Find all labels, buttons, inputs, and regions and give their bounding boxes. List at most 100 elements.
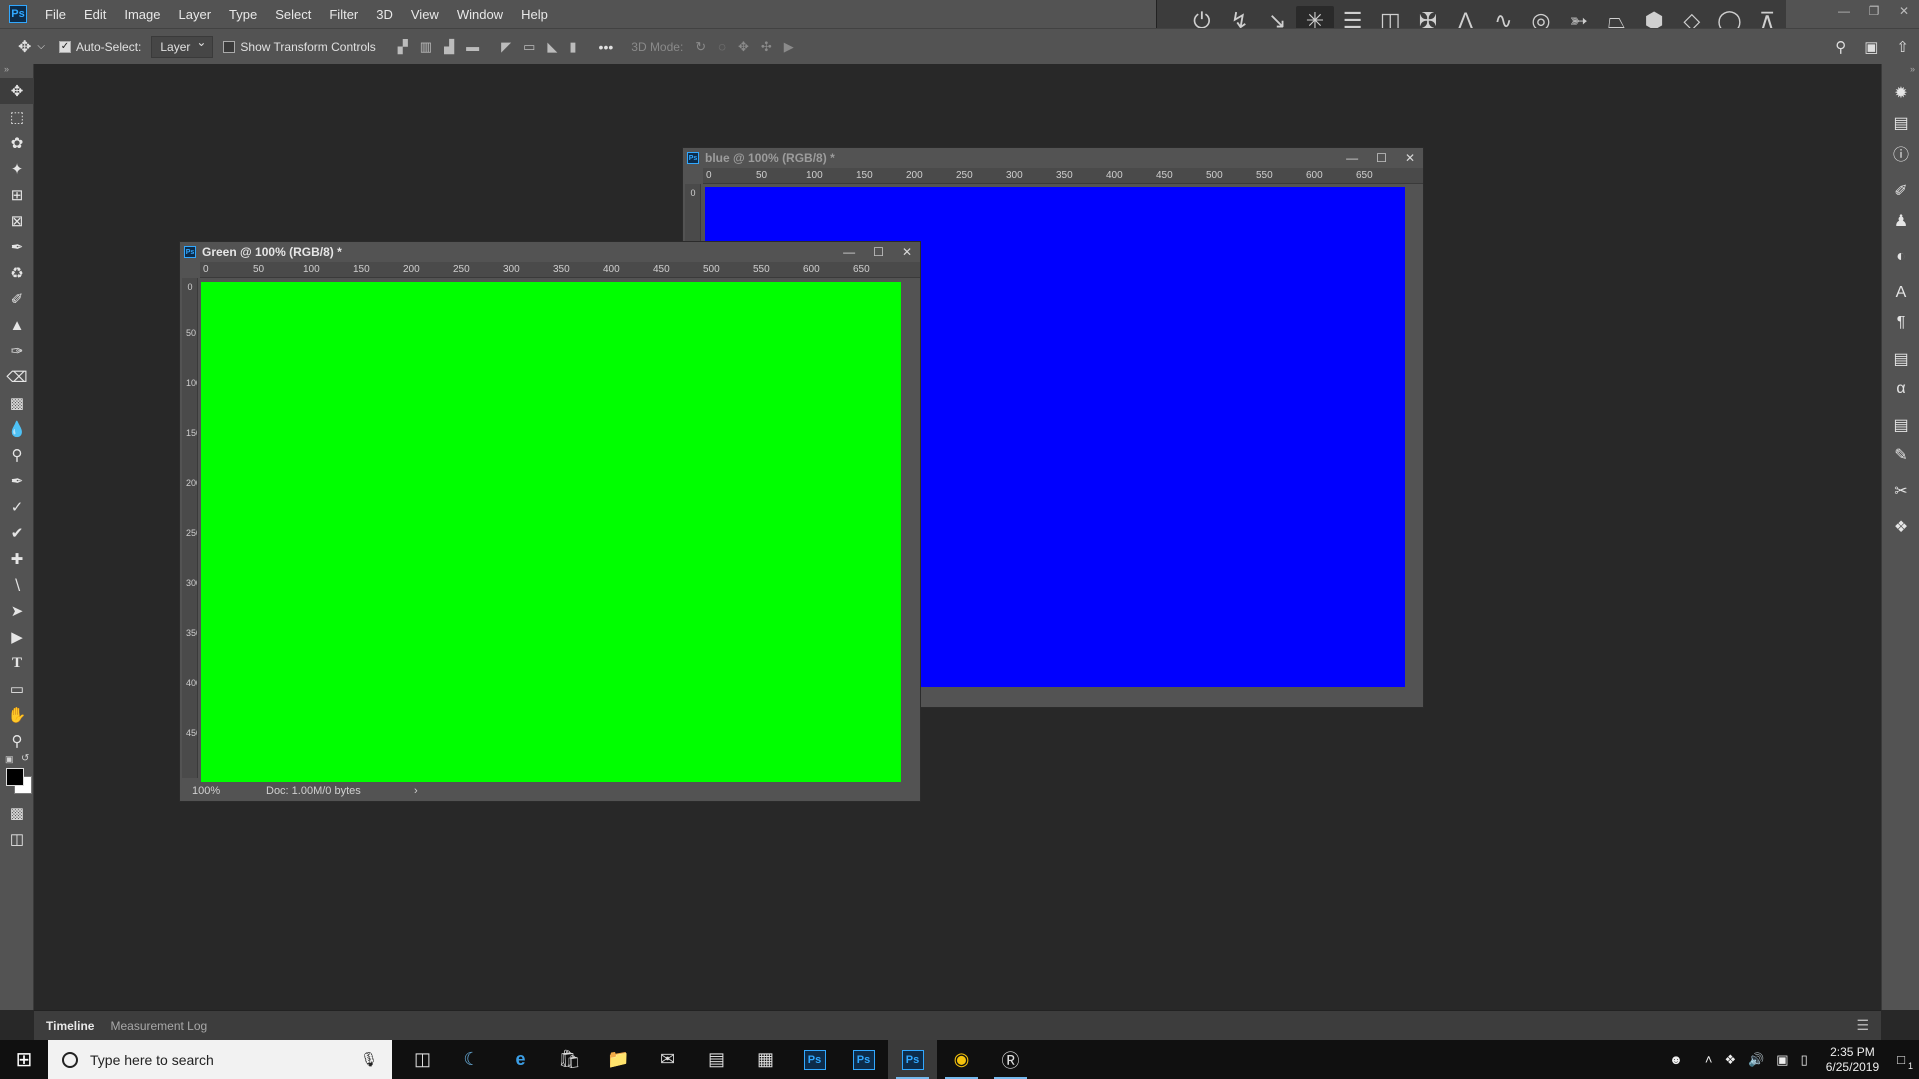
character-icon[interactable]: A xyxy=(1882,278,1919,308)
tab-timeline[interactable]: Timeline xyxy=(38,1019,102,1033)
menu-3d[interactable]: 3D xyxy=(367,7,402,22)
default-colors-icon[interactable]: ▣ xyxy=(5,754,14,765)
minimize-icon[interactable]: — xyxy=(843,245,855,259)
layer-comps-icon[interactable]: ❖ xyxy=(1882,512,1919,542)
lasso-tool-icon[interactable]: ✿ xyxy=(0,130,34,156)
close-icon[interactable]: ✕ xyxy=(1889,0,1919,28)
menu-image[interactable]: Image xyxy=(115,7,169,22)
restore-icon[interactable]: ❐ xyxy=(1859,0,1889,28)
document-titlebar[interactable]: Ps Green @ 100% (RGB/8) * — ☐ ✕ xyxy=(180,242,920,262)
quick-mask-icon[interactable]: ▩ xyxy=(0,800,34,826)
menu-filter[interactable]: Filter xyxy=(320,7,367,22)
panel-collapse-icon[interactable]: » xyxy=(1882,64,1919,78)
edge-browser-icon[interactable]: e xyxy=(496,1040,545,1079)
eyedropper-icon[interactable]: ✒ xyxy=(0,234,34,260)
canvas-green[interactable] xyxy=(201,282,901,782)
dropbox-icon[interactable]: ❖ xyxy=(1718,1052,1742,1068)
people-icon[interactable]: ☻ xyxy=(1663,1052,1689,1067)
chevron-down-icon[interactable]: ⌵ xyxy=(37,41,45,52)
microphone-icon[interactable]: 🎙 xyxy=(360,1051,378,1068)
character-styles-icon[interactable]: α xyxy=(1882,374,1919,404)
chrome-icon[interactable]: ◉ xyxy=(937,1040,986,1079)
panel-collapse-icon[interactable]: » xyxy=(0,64,33,78)
measurement-icon[interactable]: ▤ xyxy=(1882,108,1919,138)
brush-settings-icon[interactable]: ✐ xyxy=(1882,176,1919,206)
add-anchor-icon[interactable]: ✚ xyxy=(0,546,34,572)
paragraph-icon[interactable]: ¶ xyxy=(1882,308,1919,338)
healing-brush-icon[interactable]: ♻ xyxy=(0,260,34,286)
3d-orbit-icon[interactable]: ↻ xyxy=(695,39,706,55)
move-tool-icon[interactable]: ✥ xyxy=(18,37,31,57)
blur-tool-icon[interactable]: 💧 xyxy=(0,416,34,442)
calculator-icon[interactable]: ▦ xyxy=(741,1040,790,1079)
crop-tool-icon[interactable]: ⊞ xyxy=(0,182,34,208)
store-icon[interactable]: 🛍 xyxy=(545,1040,594,1079)
document-window-green[interactable]: Ps Green @ 100% (RGB/8) * — ☐ ✕ 0 50 100… xyxy=(179,241,921,802)
network-icon[interactable]: ▣ xyxy=(1770,1052,1794,1068)
3d-panel-icon[interactable]: ✹ xyxy=(1882,78,1919,108)
type-tool-icon[interactable]: T xyxy=(0,650,34,676)
workspace-icon[interactable]: ▣ xyxy=(1864,38,1878,56)
panel-menu-icon[interactable]: ☰ xyxy=(1856,1017,1869,1034)
frame-tool-icon[interactable]: ⊠ xyxy=(0,208,34,234)
menu-window[interactable]: Window xyxy=(448,7,512,22)
document-titlebar[interactable]: Ps blue @ 100% (RGB/8) * — ☐ ✕ xyxy=(683,148,1423,168)
app-w-icon[interactable]: Ⓡ xyxy=(986,1040,1035,1079)
photoshop-running-icon[interactable]: Ps xyxy=(888,1040,937,1079)
curvature-pen-icon[interactable]: ✔ xyxy=(0,520,34,546)
zoom-tool-icon[interactable]: ⚲ xyxy=(0,728,34,754)
chevron-up-icon[interactable]: ˄ xyxy=(1699,1052,1719,1067)
stamp-tool-icon[interactable]: ▲ xyxy=(0,312,34,338)
menu-view[interactable]: View xyxy=(402,7,448,22)
align-top-icon[interactable]: ◤ xyxy=(501,39,511,55)
menu-edit[interactable]: Edit xyxy=(75,7,115,22)
move-tool-icon[interactable]: ✥ xyxy=(0,78,34,104)
pen-tool-icon[interactable]: ✒ xyxy=(0,468,34,494)
close-icon[interactable]: ✕ xyxy=(1405,151,1415,165)
align-center-icon[interactable]: ▥ xyxy=(420,39,432,55)
brush-tool-icon[interactable]: ✐ xyxy=(0,286,34,312)
task-view-icon[interactable]: ◫ xyxy=(398,1040,447,1079)
app-c-icon[interactable]: ☾ xyxy=(447,1040,496,1079)
tool-presets-icon[interactable]: ✂ xyxy=(1882,476,1919,506)
path-select-icon[interactable]: ➤ xyxy=(0,598,34,624)
align-bottom-icon[interactable]: ◣ xyxy=(547,39,557,55)
menu-help[interactable]: Help xyxy=(512,7,557,22)
terminal-icon[interactable]: ▤ xyxy=(692,1040,741,1079)
mail-icon[interactable]: ✉ xyxy=(643,1040,692,1079)
foreground-color-swatch[interactable] xyxy=(6,768,24,786)
freeform-pen-icon[interactable]: ✓ xyxy=(0,494,34,520)
dodge-tool-icon[interactable]: ⚲ xyxy=(0,442,34,468)
volume-icon[interactable]: 🔊 xyxy=(1742,1052,1770,1068)
more-options-button[interactable]: ••• xyxy=(599,39,614,55)
distribute-icon[interactable]: ▬ xyxy=(466,39,479,54)
share-icon[interactable]: ⇧ xyxy=(1896,38,1909,56)
properties-icon[interactable]: ▤ xyxy=(1882,410,1919,440)
3d-roll-icon[interactable]: ◌ xyxy=(718,39,726,54)
minimize-icon[interactable]: — xyxy=(1346,151,1358,165)
menu-file[interactable]: File xyxy=(36,7,75,22)
layer-select[interactable]: Layer xyxy=(151,35,214,58)
distribute-vertical-icon[interactable]: ▮ xyxy=(569,39,576,55)
auto-select-checkbox[interactable]: ✓ Auto-Select: xyxy=(59,40,141,54)
align-right-icon[interactable]: ▟ xyxy=(444,39,454,55)
3d-slide-icon[interactable]: ✣ xyxy=(761,39,772,55)
windows-start-icon[interactable]: ⊞ xyxy=(0,1040,48,1079)
file-explorer-icon[interactable]: 📁 xyxy=(594,1040,643,1079)
taskbar-search-box[interactable]: Type here to search 🎙 xyxy=(48,1040,392,1079)
show-transform-checkbox[interactable]: Show Transform Controls xyxy=(223,40,376,54)
direct-select-icon[interactable]: ▶ xyxy=(0,624,34,650)
align-middle-icon[interactable]: ▭ xyxy=(523,39,535,55)
gradient-tool-icon[interactable]: ▩ xyxy=(0,390,34,416)
clock[interactable]: 2:35 PM 6/25/2019 xyxy=(1814,1045,1891,1075)
magic-wand-icon[interactable]: ✦ xyxy=(0,156,34,182)
photoshop-pinned-icon-2[interactable]: Ps xyxy=(839,1040,888,1079)
history-brush-icon[interactable]: ✑ xyxy=(0,338,34,364)
notes-icon[interactable]: ✎ xyxy=(1882,440,1919,470)
tab-measurement-log[interactable]: Measurement Log xyxy=(102,1019,215,1033)
photoshop-pinned-icon[interactable]: Ps xyxy=(790,1040,839,1079)
info-icon[interactable]: ⓘ xyxy=(1882,138,1919,168)
screen-mode-icon[interactable]: ◫ xyxy=(0,826,34,852)
menu-layer[interactable]: Layer xyxy=(170,7,221,22)
line-icon[interactable]: ∖ xyxy=(0,572,34,598)
